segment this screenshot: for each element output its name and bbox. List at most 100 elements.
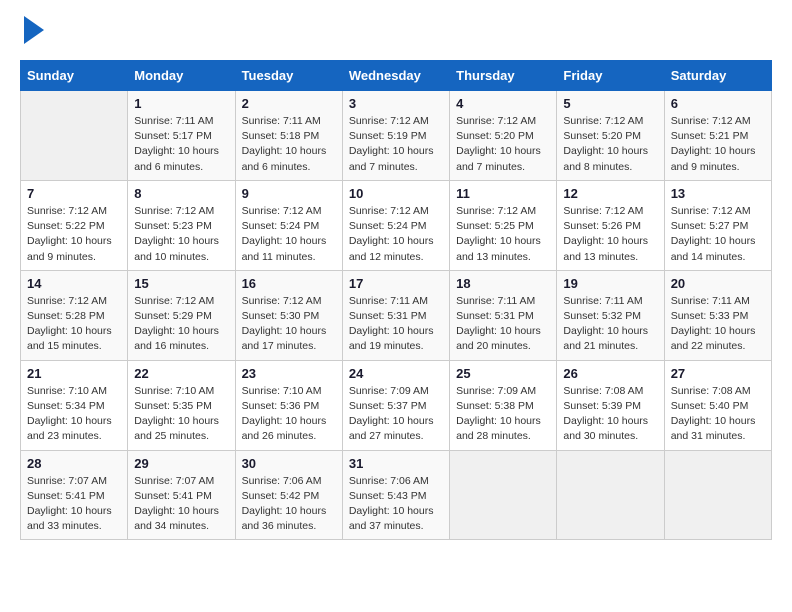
calendar-cell: 24 Sunrise: 7:09 AMSunset: 5:37 PMDayligh…	[342, 360, 449, 450]
calendar-cell: 27Sunrise: 7:08 AMSunset: 5:40 PMDayligh…	[664, 360, 771, 450]
calendar-cell: 19 Sunrise: 7:11 AMSunset: 5:32 PMDayligh…	[557, 270, 664, 360]
calendar-cell: 13 Sunrise: 7:12 AMSunset: 5:27 PMDayligh…	[664, 180, 771, 270]
day-number: 16	[242, 276, 336, 291]
calendar-cell: 28 Sunrise: 7:07 AMSunset: 5:41 PMDayligh…	[21, 450, 128, 540]
day-number: 6	[671, 96, 765, 111]
calendar-cell: 15 Sunrise: 7:12 AMSunset: 5:29 PMDayligh…	[128, 270, 235, 360]
calendar-cell: 30 Sunrise: 7:06 AMSunset: 5:42 PMDayligh…	[235, 450, 342, 540]
day-info: Sunrise: 7:07 AMSunset: 5:41 PMDaylight:…	[134, 474, 228, 535]
day-info: Sunrise: 7:12 AMSunset: 5:19 PMDaylight:…	[349, 114, 443, 175]
day-number: 10	[349, 186, 443, 201]
logo-arrow-icon	[24, 16, 44, 44]
day-number: 23	[242, 366, 336, 381]
day-info: Sunrise: 7:11 AMSunset: 5:18 PMDaylight:…	[242, 114, 336, 175]
calendar-cell: 10Sunrise: 7:12 AMSunset: 5:24 PMDayligh…	[342, 180, 449, 270]
logo	[20, 20, 44, 44]
day-info: Sunrise: 7:06 AMSunset: 5:43 PMDaylight:…	[349, 474, 443, 535]
day-number: 19	[563, 276, 657, 291]
day-number: 11	[456, 186, 550, 201]
day-info: Sunrise: 7:11 AMSunset: 5:17 PMDaylight:…	[134, 114, 228, 175]
calendar-cell: 21 Sunrise: 7:10 AMSunset: 5:34 PMDayligh…	[21, 360, 128, 450]
day-number: 24	[349, 366, 443, 381]
calendar-cell: 17 Sunrise: 7:11 AMSunset: 5:31 PMDayligh…	[342, 270, 449, 360]
calendar-cell: 4 Sunrise: 7:12 AMSunset: 5:20 PMDaylight…	[450, 91, 557, 181]
day-number: 8	[134, 186, 228, 201]
calendar-header-row: SundayMondayTuesdayWednesdayThursdayFrid…	[21, 61, 772, 91]
calendar-cell: 20 Sunrise: 7:11 AMSunset: 5:33 PMDayligh…	[664, 270, 771, 360]
day-info: Sunrise: 7:12 AMSunset: 5:20 PMDaylight:…	[563, 114, 657, 175]
day-info: Sunrise: 7:12 AMSunset: 5:28 PMDaylight:…	[27, 294, 121, 355]
weekday-header: Friday	[557, 61, 664, 91]
day-info: Sunrise: 7:08 AMSunset: 5:39 PMDaylight:…	[563, 384, 657, 445]
calendar-cell	[450, 450, 557, 540]
day-info: Sunrise: 7:09 AMSunset: 5:38 PMDaylight:…	[456, 384, 550, 445]
weekday-header: Saturday	[664, 61, 771, 91]
calendar-cell: 8 Sunrise: 7:12 AMSunset: 5:23 PMDaylight…	[128, 180, 235, 270]
day-number: 4	[456, 96, 550, 111]
calendar-cell: 25 Sunrise: 7:09 AMSunset: 5:38 PMDayligh…	[450, 360, 557, 450]
calendar-week-row: 21 Sunrise: 7:10 AMSunset: 5:34 PMDayligh…	[21, 360, 772, 450]
calendar-cell: 22Sunrise: 7:10 AMSunset: 5:35 PMDayligh…	[128, 360, 235, 450]
day-number: 25	[456, 366, 550, 381]
day-info: Sunrise: 7:09 AMSunset: 5:37 PMDaylight:…	[349, 384, 443, 445]
calendar-cell: 18Sunrise: 7:11 AMSunset: 5:31 PMDayligh…	[450, 270, 557, 360]
day-number: 14	[27, 276, 121, 291]
calendar-cell: 29 Sunrise: 7:07 AMSunset: 5:41 PMDayligh…	[128, 450, 235, 540]
calendar-cell: 3 Sunrise: 7:12 AMSunset: 5:19 PMDaylight…	[342, 91, 449, 181]
calendar-cell	[21, 91, 128, 181]
day-number: 3	[349, 96, 443, 111]
day-info: Sunrise: 7:10 AMSunset: 5:35 PMDaylight:…	[134, 384, 228, 445]
calendar-cell: 31Sunrise: 7:06 AMSunset: 5:43 PMDayligh…	[342, 450, 449, 540]
day-number: 27	[671, 366, 765, 381]
day-number: 15	[134, 276, 228, 291]
day-number: 30	[242, 456, 336, 471]
day-info: Sunrise: 7:10 AMSunset: 5:34 PMDaylight:…	[27, 384, 121, 445]
weekday-header: Sunday	[21, 61, 128, 91]
calendar-table: SundayMondayTuesdayWednesdayThursdayFrid…	[20, 60, 772, 540]
day-number: 18	[456, 276, 550, 291]
day-info: Sunrise: 7:06 AMSunset: 5:42 PMDaylight:…	[242, 474, 336, 535]
calendar-cell: 9Sunrise: 7:12 AMSunset: 5:24 PMDaylight…	[235, 180, 342, 270]
day-number: 17	[349, 276, 443, 291]
day-info: Sunrise: 7:12 AMSunset: 5:25 PMDaylight:…	[456, 204, 550, 265]
calendar-cell: 7 Sunrise: 7:12 AMSunset: 5:22 PMDaylight…	[21, 180, 128, 270]
day-info: Sunrise: 7:11 AMSunset: 5:31 PMDaylight:…	[349, 294, 443, 355]
day-number: 21	[27, 366, 121, 381]
day-info: Sunrise: 7:12 AMSunset: 5:26 PMDaylight:…	[563, 204, 657, 265]
calendar-body: 1 Sunrise: 7:11 AMSunset: 5:17 PMDaylight…	[21, 91, 772, 540]
calendar-week-row: 7 Sunrise: 7:12 AMSunset: 5:22 PMDaylight…	[21, 180, 772, 270]
day-number: 12	[563, 186, 657, 201]
day-number: 7	[27, 186, 121, 201]
weekday-header: Thursday	[450, 61, 557, 91]
calendar-week-row: 14 Sunrise: 7:12 AMSunset: 5:28 PMDayligh…	[21, 270, 772, 360]
day-number: 20	[671, 276, 765, 291]
day-info: Sunrise: 7:11 AMSunset: 5:32 PMDaylight:…	[563, 294, 657, 355]
day-info: Sunrise: 7:12 AMSunset: 5:22 PMDaylight:…	[27, 204, 121, 265]
calendar-cell	[557, 450, 664, 540]
day-number: 9	[242, 186, 336, 201]
weekday-header: Monday	[128, 61, 235, 91]
calendar-cell: 12 Sunrise: 7:12 AMSunset: 5:26 PMDayligh…	[557, 180, 664, 270]
day-info: Sunrise: 7:11 AMSunset: 5:33 PMDaylight:…	[671, 294, 765, 355]
calendar-week-row: 28 Sunrise: 7:07 AMSunset: 5:41 PMDayligh…	[21, 450, 772, 540]
calendar-cell: 23Sunrise: 7:10 AMSunset: 5:36 PMDayligh…	[235, 360, 342, 450]
calendar-cell	[664, 450, 771, 540]
day-number: 29	[134, 456, 228, 471]
day-info: Sunrise: 7:12 AMSunset: 5:20 PMDaylight:…	[456, 114, 550, 175]
calendar-cell: 1 Sunrise: 7:11 AMSunset: 5:17 PMDaylight…	[128, 91, 235, 181]
day-number: 13	[671, 186, 765, 201]
day-number: 28	[27, 456, 121, 471]
day-number: 1	[134, 96, 228, 111]
weekday-header: Wednesday	[342, 61, 449, 91]
day-number: 26	[563, 366, 657, 381]
day-number: 5	[563, 96, 657, 111]
day-info: Sunrise: 7:12 AMSunset: 5:27 PMDaylight:…	[671, 204, 765, 265]
calendar-cell: 6Sunrise: 7:12 AMSunset: 5:21 PMDaylight…	[664, 91, 771, 181]
calendar-cell: 26 Sunrise: 7:08 AMSunset: 5:39 PMDayligh…	[557, 360, 664, 450]
page-header	[20, 20, 772, 44]
day-info: Sunrise: 7:12 AMSunset: 5:29 PMDaylight:…	[134, 294, 228, 355]
calendar-cell: 2Sunrise: 7:11 AMSunset: 5:18 PMDaylight…	[235, 91, 342, 181]
day-info: Sunrise: 7:12 AMSunset: 5:23 PMDaylight:…	[134, 204, 228, 265]
calendar-cell: 14 Sunrise: 7:12 AMSunset: 5:28 PMDayligh…	[21, 270, 128, 360]
day-info: Sunrise: 7:07 AMSunset: 5:41 PMDaylight:…	[27, 474, 121, 535]
